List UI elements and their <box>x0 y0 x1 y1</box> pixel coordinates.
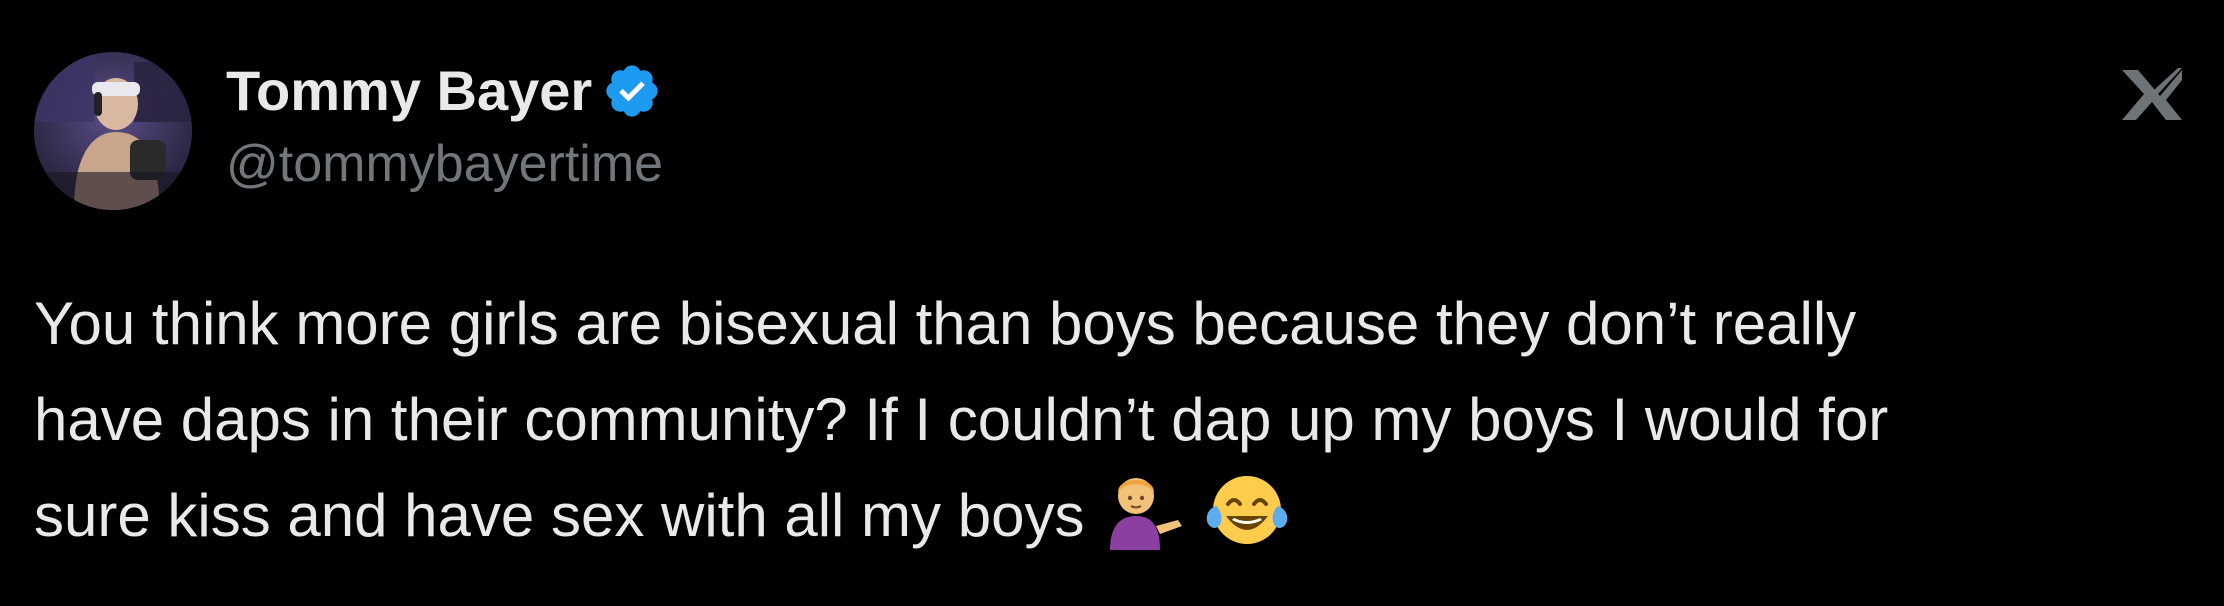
tweet-text: You think more girls are bisexual than b… <box>34 276 2204 564</box>
x-logo-icon[interactable] <box>2120 66 2184 124</box>
author-display-name[interactable]: Tommy Bayer <box>226 63 592 119</box>
tweet-text-line: have daps in their community? If I could… <box>34 386 1889 453</box>
tweet-card: Tommy Bayer @tommybayertime You think mo… <box>0 0 2224 606</box>
avatar[interactable] <box>34 52 192 210</box>
verified-badge-icon <box>606 65 658 117</box>
person-tipping-hand-emoji <box>1098 470 1188 550</box>
tweet-text-line: You think more girls are bisexual than b… <box>34 290 1857 357</box>
author-handle[interactable]: @tommybayertime <box>226 138 663 190</box>
tweet-text-line-last: sure kiss and have sex with all my boys <box>34 468 2204 564</box>
face-with-tears-of-joy-emoji <box>1202 470 1292 550</box>
tweet-text-line-content: sure kiss and have sex with all my boys <box>34 482 1085 549</box>
avatar-image <box>34 52 192 210</box>
author-name-row: Tommy Bayer <box>226 56 662 126</box>
